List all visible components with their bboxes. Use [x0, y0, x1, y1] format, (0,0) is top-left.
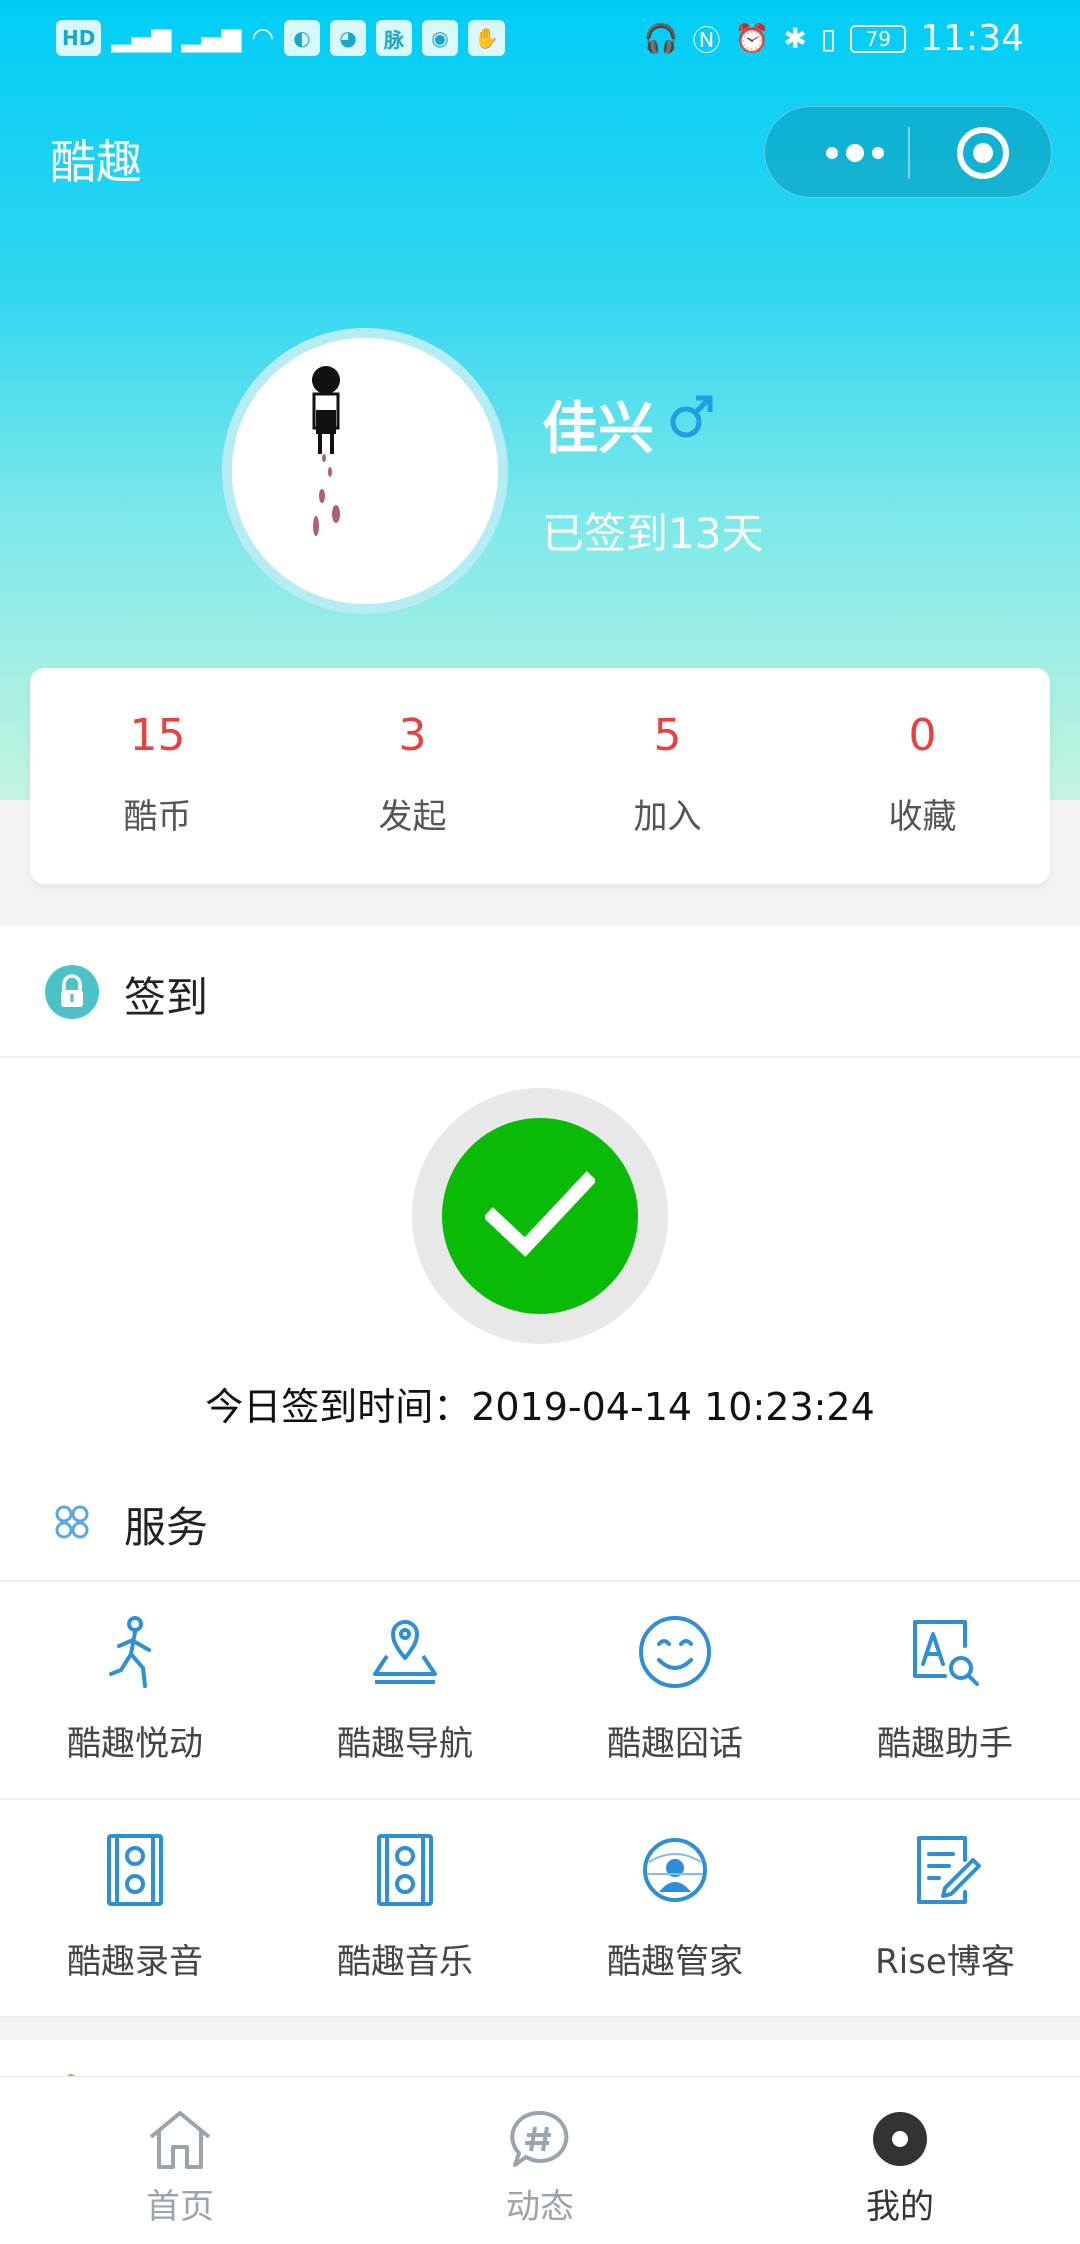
stat-label: 发起	[378, 797, 447, 837]
capsule-divider	[908, 127, 910, 179]
service-assistant[interactable]: 酷趣助手	[810, 1582, 1080, 1798]
checkmark-icon	[485, 1171, 595, 1257]
stat-initiated[interactable]: 3 发起	[285, 668, 540, 884]
tab-home[interactable]: 首页	[0, 2077, 360, 2244]
signal-4g-icon: ▂▄▆	[111, 23, 172, 53]
service-label: 酷趣录音	[67, 1942, 203, 1982]
headphones-icon: 🎧	[643, 22, 679, 55]
checkin-header: 签到	[0, 926, 1080, 1058]
checkin-success-circle	[442, 1118, 638, 1314]
hand-icon: ✋	[468, 20, 505, 56]
nfc-icon: Ⓝ	[692, 23, 721, 57]
text-search-icon	[913, 1620, 979, 1686]
avatar-illustration-icon	[232, 338, 498, 604]
lock-icon	[45, 965, 99, 1019]
app-notification-icon: ◐	[284, 20, 321, 56]
checkin-body: 今日签到时间：2019-04-14 10:23:24	[0, 1058, 1080, 1464]
more-dot-icon	[872, 147, 884, 159]
checkin-title: 签到	[124, 973, 209, 1022]
stats-card: 15 酷币 3 发起 5 加入 0 收藏	[30, 668, 1050, 884]
service-label: 酷趣囧话	[607, 1724, 743, 1764]
more-dot-icon	[846, 144, 864, 162]
stat-label: 加入	[633, 797, 702, 837]
checkin-days: 已签到13天	[542, 509, 764, 558]
speaker-icon	[107, 1834, 163, 1906]
stat-joined[interactable]: 5 加入	[540, 668, 795, 884]
vibrate-icon: ▯	[820, 22, 837, 55]
stat-value: 15	[129, 710, 186, 761]
tab-me[interactable]: 我的	[720, 2077, 1080, 2244]
status-bar: HD ▂▄▆ ▂▄▆ ◠ ◐ ◕ 脉 ◉ ✋ 🎧 Ⓝ ⏰ ✱ ▯ 79 11:3…	[0, 0, 1080, 80]
tab-label: 首页	[146, 2187, 214, 2227]
services-grid-icon	[55, 1505, 89, 1539]
tab-label: 动态	[506, 2187, 574, 2227]
map-pin-icon	[373, 1620, 437, 1684]
stat-label: 收藏	[888, 797, 957, 837]
services-title: 服务	[124, 1503, 209, 1552]
service-label: 酷趣管家	[607, 1942, 743, 1982]
battery-icon: 79	[850, 24, 907, 53]
checkin-time: 今日签到时间：2019-04-14 10:23:24	[205, 1385, 875, 1429]
alarm-icon: ⏰	[734, 22, 770, 55]
home-icon	[149, 2111, 211, 2169]
wifi-icon: ◠	[251, 23, 275, 53]
services-section: 服务 酷趣悦动 酷趣导航 酷趣囧话 酷趣助手 酷趣录音 酷趣音乐 酷趣管家 Ri…	[0, 1464, 1080, 2018]
maimai-app-icon: 脉	[376, 20, 413, 56]
stat-value: 5	[653, 710, 682, 761]
service-label: 酷趣悦动	[67, 1724, 203, 1764]
services-row-1: 酷趣悦动 酷趣导航 酷趣囧话 酷趣助手	[0, 1582, 1080, 1800]
speaker-icon	[377, 1834, 433, 1906]
service-label: 酷趣导航	[337, 1724, 473, 1764]
stat-label: 酷币	[123, 797, 192, 837]
service-label: 酷趣音乐	[337, 1942, 473, 1982]
checkin-button[interactable]	[412, 1088, 668, 1344]
service-music[interactable]: 酷趣音乐	[270, 1800, 540, 2016]
stat-value: 0	[908, 710, 937, 761]
service-rise-blog[interactable]: Rise博客	[810, 1800, 1080, 2016]
service-recorder[interactable]: 酷趣录音	[0, 1800, 270, 2016]
service-butler[interactable]: 酷趣管家	[540, 1800, 810, 2016]
butler-icon	[643, 1838, 707, 1902]
page-title: 酷趣	[50, 135, 142, 189]
user-name: 佳兴	[542, 397, 654, 462]
service-label: Rise博客	[875, 1942, 1015, 1982]
status-time: 11:34	[920, 18, 1024, 59]
service-navigation[interactable]: 酷趣导航	[270, 1582, 540, 1798]
tab-feed[interactable]: 动态	[360, 2077, 720, 2244]
hashtag-chat-icon	[510, 2110, 569, 2167]
signal-4g-icon-2: ▂▄▆	[181, 23, 242, 53]
bear-app-icon: ◕	[330, 20, 367, 56]
profile-dot-icon	[873, 2112, 927, 2166]
miniprogram-capsule	[764, 106, 1052, 198]
runner-icon	[109, 1616, 151, 1688]
hd-badge-icon: HD	[56, 20, 102, 56]
stat-favorites[interactable]: 0 收藏	[795, 668, 1050, 884]
edit-doc-icon	[917, 1836, 981, 1904]
weibo-icon: ◉	[422, 20, 459, 56]
service-jionghua[interactable]: 酷趣囧话	[540, 1582, 810, 1798]
bluetooth-icon: ✱	[783, 22, 807, 55]
checkin-section: 签到 今日签到时间：2019-04-14 10:23:24	[0, 926, 1080, 1464]
more-menu-button[interactable]	[805, 107, 905, 199]
tab-bar: 首页 动态 我的	[0, 2076, 1080, 2244]
status-left-icons: HD ▂▄▆ ▂▄▆ ◠ ◐ ◕ 脉 ◉ ✋	[56, 20, 505, 56]
smile-icon	[639, 1616, 711, 1688]
services-row-2: 酷趣录音 酷趣音乐 酷趣管家 Rise博客	[0, 1800, 1080, 2018]
close-target-icon[interactable]	[957, 127, 1009, 179]
status-right-icons: 🎧 Ⓝ ⏰ ✱ ▯ 79 11:34	[644, 18, 1024, 59]
service-yuedong[interactable]: 酷趣悦动	[0, 1582, 270, 1798]
avatar[interactable]	[222, 328, 508, 614]
tab-label: 我的	[866, 2187, 934, 2227]
stat-coins[interactable]: 15 酷币	[30, 668, 285, 884]
service-label: 酷趣助手	[877, 1724, 1013, 1764]
services-header: 服务	[0, 1464, 1080, 1582]
more-dot-icon	[826, 147, 838, 159]
stat-value: 3	[398, 710, 427, 761]
next-section-peek	[0, 2040, 1080, 2080]
male-icon	[670, 395, 713, 438]
